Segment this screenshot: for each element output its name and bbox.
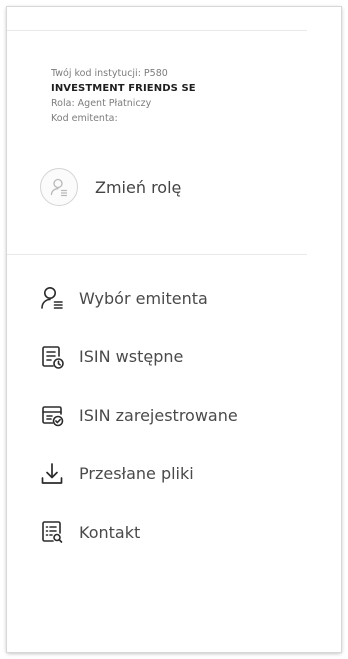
user-list-icon bbox=[38, 284, 66, 312]
sidebar-menu: Wybór emitenta ISIN wstępne ISIN zarejes… bbox=[38, 269, 338, 562]
document-check-icon bbox=[38, 401, 66, 429]
top-divider bbox=[7, 30, 307, 31]
issuer-code: Kod emitenta: bbox=[51, 113, 118, 124]
document-clock-icon bbox=[38, 343, 66, 371]
menu-label: ISIN wstępne bbox=[79, 347, 184, 367]
menu-label: Przesłane pliki bbox=[79, 464, 194, 484]
institution-code: Twój kod instytucji: P580 bbox=[51, 68, 168, 79]
menu-item-isin-preliminary[interactable]: ISIN wstępne bbox=[38, 328, 338, 387]
download-icon bbox=[38, 460, 66, 488]
change-role-label: Zmień rolę bbox=[95, 177, 182, 197]
sidebar-panel: Twój kod instytucji: P580 INVESTMENT FRI… bbox=[7, 7, 307, 652]
menu-item-contact[interactable]: Kontakt bbox=[38, 503, 338, 562]
menu-label: Kontakt bbox=[79, 522, 141, 542]
menu-label: ISIN zarejestrowane bbox=[79, 405, 238, 425]
sidebar-frame: Twój kod instytucji: P580 INVESTMENT FRI… bbox=[7, 7, 341, 652]
menu-item-issuer-selection[interactable]: Wybór emitenta bbox=[38, 269, 338, 328]
user-role: Rola: Agent Płatniczy bbox=[51, 98, 152, 109]
menu-item-isin-registered[interactable]: ISIN zarejestrowane bbox=[38, 386, 338, 445]
menu-divider bbox=[7, 254, 307, 255]
user-info: Twój kod instytucji: P580 INVESTMENT FRI… bbox=[51, 66, 301, 126]
change-role-button[interactable]: Zmień rolę bbox=[40, 167, 181, 207]
company-name: INVESTMENT FRIENDS SE bbox=[51, 83, 196, 94]
contact-list-icon bbox=[38, 518, 66, 546]
menu-label: Wybór emitenta bbox=[79, 288, 208, 308]
menu-item-uploaded-files[interactable]: Przesłane pliki bbox=[38, 445, 338, 504]
user-switch-icon bbox=[40, 168, 78, 206]
